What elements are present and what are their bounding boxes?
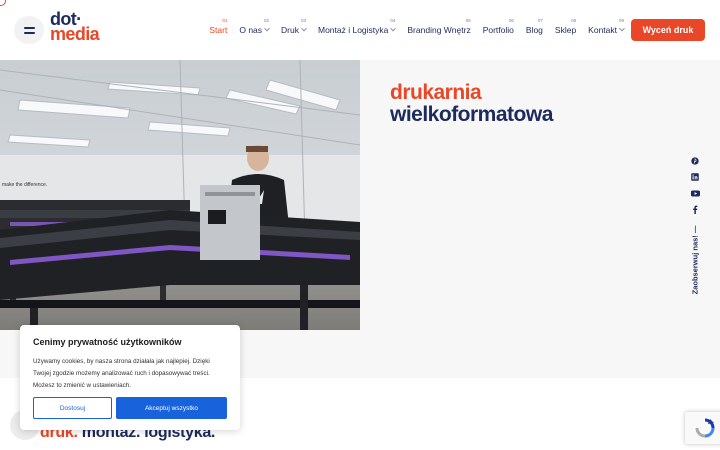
nav-item-label: Start: [209, 25, 228, 35]
nav-item-number: 03: [300, 18, 306, 23]
nav-item-kontakt[interactable]: 09 Kontakt: [588, 18, 625, 35]
chevron-down-icon: [390, 25, 397, 32]
social-links: [688, 156, 702, 214]
chevron-down-icon: [264, 25, 270, 32]
nav-item-number: 08: [571, 18, 577, 23]
nav-item-start[interactable]: 01 Start: [209, 18, 227, 35]
nav-item-label: Sklep: [554, 25, 577, 35]
hamburger-menu-button[interactable]: [14, 16, 44, 44]
chevron-down-icon: [301, 25, 307, 32]
hero-title-line-1: drukarnia: [390, 81, 482, 104]
recaptcha-badge[interactable]: [685, 412, 720, 444]
cookie-accept-all-button[interactable]: Akceptuj wszystko: [116, 397, 227, 419]
nav-item-blog[interactable]: 07 Blog: [526, 18, 543, 35]
follow-us-label: Zaobserwuj nas! —: [688, 225, 702, 295]
wall-text: make the difference.: [2, 182, 47, 188]
quote-button[interactable]: Wyceń druk: [631, 19, 705, 41]
hero-title: drukarnia wielkoformatowa: [390, 82, 553, 126]
pinterest-icon[interactable]: [690, 156, 700, 166]
nav-item-portfolio[interactable]: 06 Portfolio: [483, 18, 514, 35]
nav-item-number: 01: [222, 18, 228, 23]
cookie-body: Używamy cookies, by nasza strona działał…: [33, 358, 210, 389]
recaptcha-icon: [695, 418, 715, 438]
corner-dot: [0, 0, 6, 6]
hero-photo: make the difference.: [0, 60, 360, 330]
nav-item-label: Branding Wnętrz: [407, 25, 471, 35]
chevron-down-icon: [619, 25, 625, 32]
hero-title-line-2: wielkoformatowa: [390, 103, 553, 126]
nav-item-branding-wnętrz[interactable]: 05 Branding Wnętrz: [407, 18, 470, 35]
nav-item-label: Druk: [281, 25, 299, 35]
nav-item-number: 02: [264, 18, 270, 23]
cookie-consent-dialog: Cenimy prywatność użytkowników Używamy c…: [20, 325, 240, 430]
nav-item-label: Montaż i Logistyka: [317, 25, 389, 35]
nav-item-label: Kontakt: [588, 25, 617, 35]
nav-item-sklep[interactable]: 08 Sklep: [555, 18, 576, 35]
follow-us-text: Zaobserwuj nas! —: [690, 225, 700, 295]
cookie-customize-button[interactable]: Dostosuj: [33, 397, 112, 419]
linkedin-icon[interactable]: [690, 172, 700, 182]
nav-item-number: 04: [390, 18, 396, 23]
nav-item-number: 09: [618, 18, 624, 23]
nav-item-druk[interactable]: 03 Druk: [281, 18, 307, 35]
nav-item-montaż-i-logistyka[interactable]: 04 Montaż i Logistyka: [317, 18, 397, 35]
nav-item-number: 07: [537, 18, 543, 23]
site-header: dot· media 01 Start 02 O nas 03 Druk 04 Montaż …: [0, 0, 720, 60]
logo-line-2: media: [50, 24, 100, 44]
nav-item-o-nas[interactable]: 02 O nas: [239, 18, 270, 35]
cookie-buttons: Dostosuj Akceptuj wszystko: [33, 397, 227, 419]
main-nav: 01 Start 02 O nas 03 Druk 04 Montaż i Logistyka…: [209, 18, 625, 35]
nav-item-number: 05: [465, 18, 471, 23]
youtube-icon[interactable]: [690, 188, 700, 198]
nav-item-number: 06: [508, 18, 514, 23]
logo[interactable]: dot· media: [50, 10, 114, 46]
nav-item-label: Portfolio: [482, 25, 514, 35]
nav-item-label: O nas: [239, 25, 263, 35]
nav-item-label: Blog: [525, 25, 543, 35]
facebook-icon[interactable]: [690, 204, 700, 214]
cookie-title: Cenimy prywatność użytkowników: [33, 337, 182, 347]
